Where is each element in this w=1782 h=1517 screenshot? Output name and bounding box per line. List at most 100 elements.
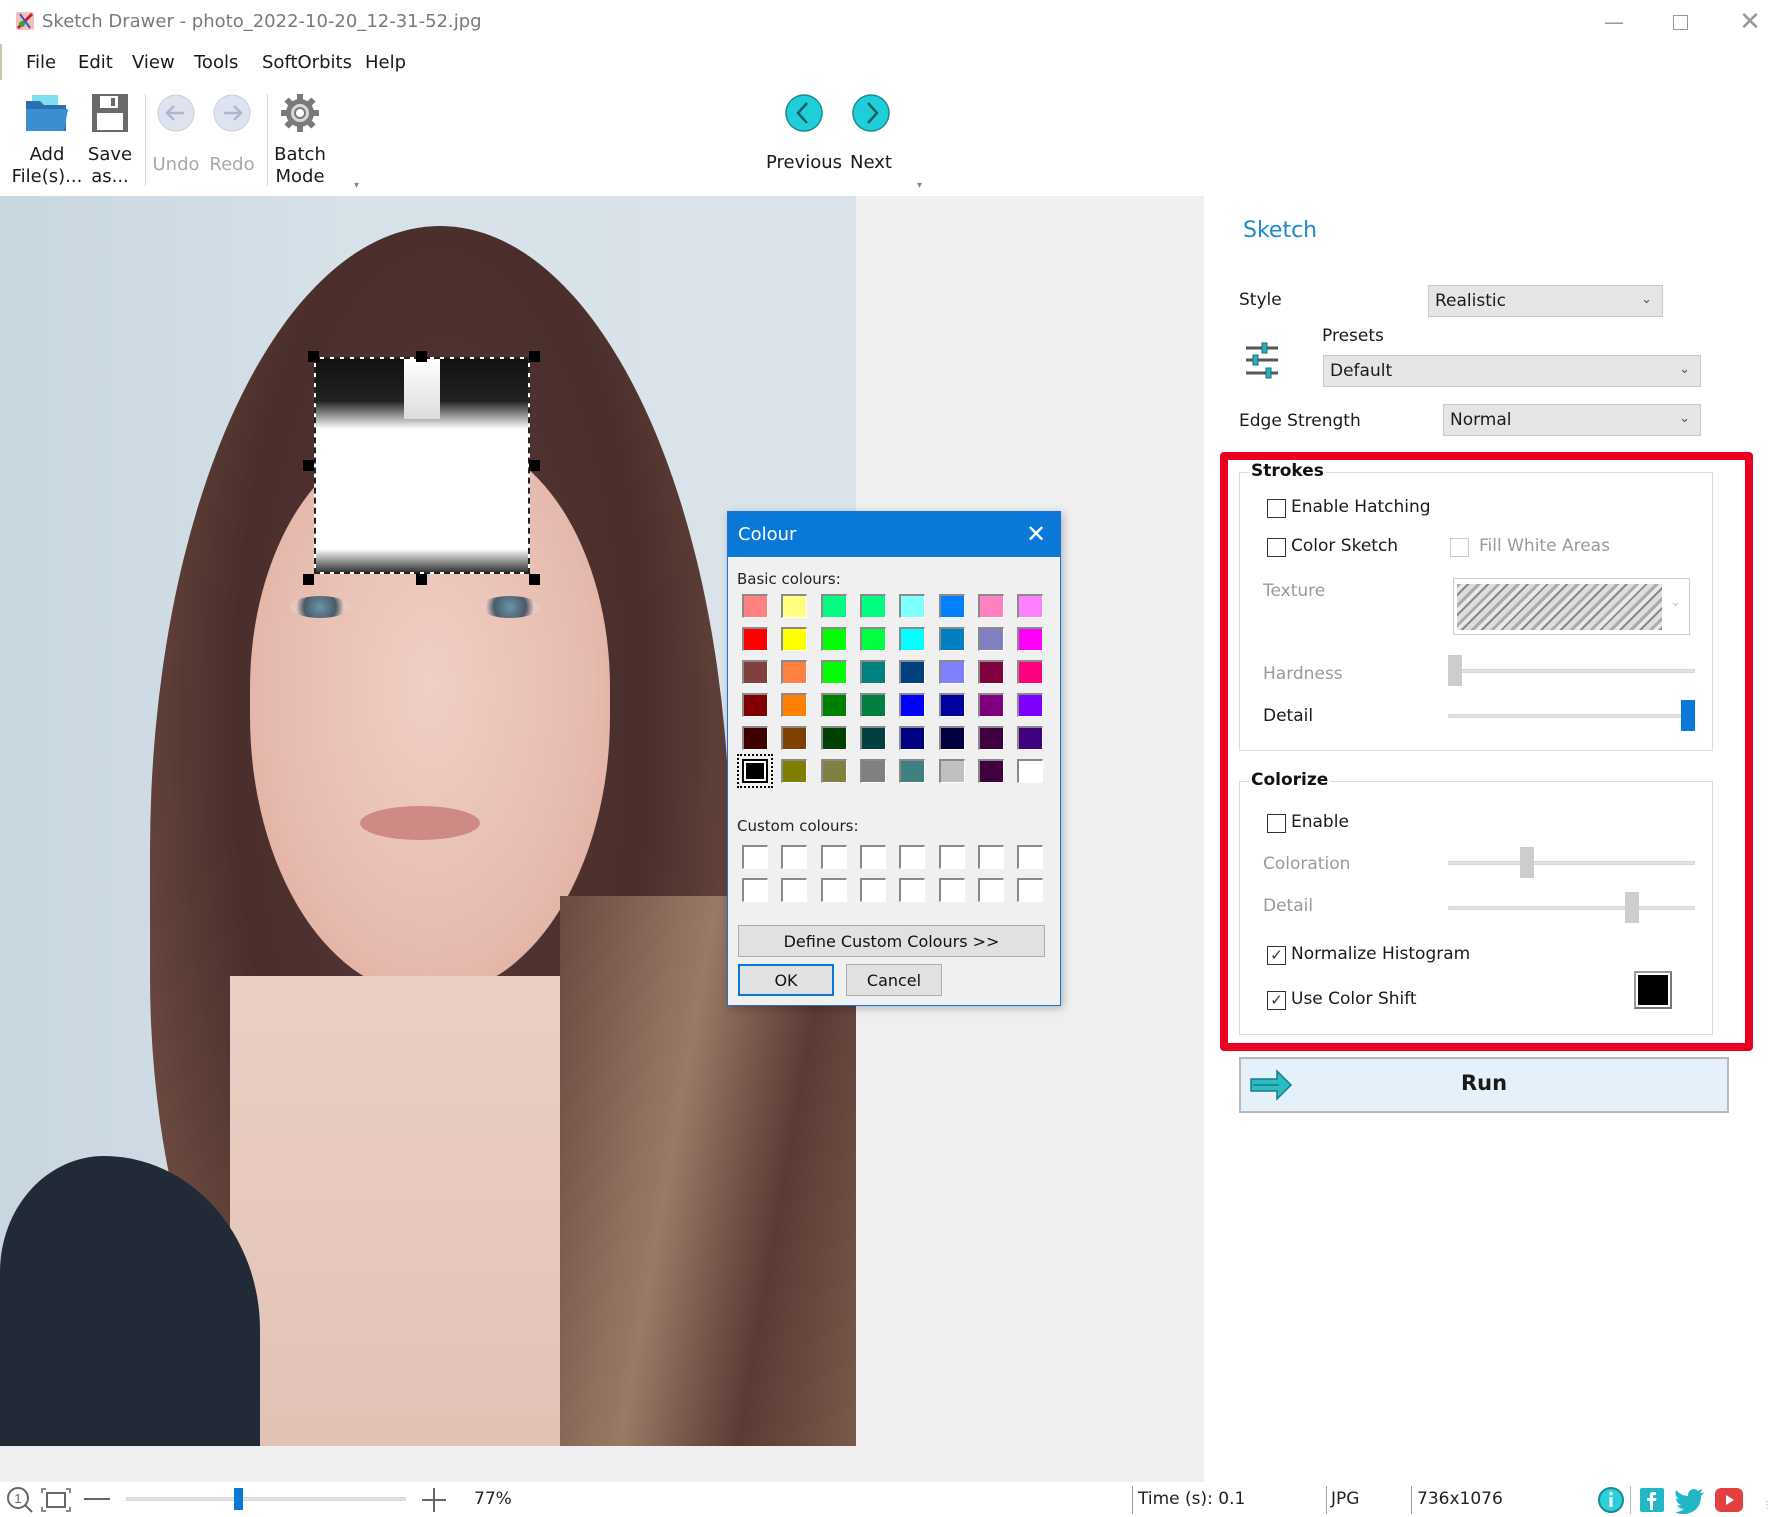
basic-colour-swatch[interactable] <box>820 759 847 783</box>
resize-grip-icon[interactable]: ⋮ <box>1762 1500 1772 1511</box>
basic-colour-swatch[interactable] <box>859 627 886 651</box>
basic-colour-swatch[interactable] <box>977 594 1004 618</box>
basic-colour-swatch[interactable] <box>938 759 965 783</box>
basic-colour-swatch[interactable] <box>1017 759 1044 783</box>
basic-colour-swatch[interactable] <box>742 726 768 750</box>
custom-colour-swatch[interactable] <box>899 878 926 902</box>
basic-colour-swatch[interactable] <box>938 693 965 717</box>
basic-colour-swatch[interactable] <box>899 594 926 618</box>
menu-view[interactable]: View <box>132 52 175 73</box>
cancel-button[interactable]: Cancel <box>846 964 942 996</box>
basic-colour-swatch[interactable] <box>1017 660 1044 684</box>
custom-colour-swatch[interactable] <box>977 845 1004 869</box>
resize-handle-e[interactable] <box>529 460 540 471</box>
facebook-icon[interactable] <box>1640 1488 1664 1512</box>
menu-softorbits[interactable]: SoftOrbits <box>262 52 352 73</box>
custom-colour-swatch[interactable] <box>859 878 886 902</box>
custom-colour-swatch[interactable] <box>742 878 768 902</box>
twitter-icon[interactable] <box>1674 1488 1706 1514</box>
basic-colour-swatch[interactable] <box>1017 726 1044 750</box>
minimize-button[interactable]: — <box>1584 4 1644 40</box>
basic-colour-swatch[interactable] <box>820 660 847 684</box>
basic-colour-swatch[interactable] <box>938 627 965 651</box>
basic-colour-swatch[interactable] <box>781 594 808 618</box>
basic-colour-swatch[interactable] <box>899 759 926 783</box>
custom-colour-swatch[interactable] <box>820 845 847 869</box>
basic-colour-swatch[interactable] <box>820 726 847 750</box>
basic-colour-swatch[interactable] <box>938 594 965 618</box>
close-button[interactable]: ✕ <box>1720 4 1780 40</box>
resize-handle-sw[interactable] <box>303 574 314 585</box>
presets-dropdown[interactable]: Default ⌄ <box>1323 355 1701 387</box>
basic-colour-swatch[interactable] <box>1017 693 1044 717</box>
basic-colour-swatch[interactable] <box>977 726 1004 750</box>
basic-colour-swatch[interactable] <box>781 660 808 684</box>
toolbar-overflow-icon[interactable]: ▾ <box>354 180 359 191</box>
zoom-in-icon[interactable] <box>420 1486 448 1514</box>
resize-handle-w[interactable] <box>303 460 314 471</box>
basic-colour-swatch[interactable] <box>742 693 768 717</box>
menu-file[interactable]: File <box>26 52 56 73</box>
basic-colour-swatch[interactable] <box>859 594 886 618</box>
basic-colour-swatch[interactable] <box>820 627 847 651</box>
resize-handle-s[interactable] <box>416 574 427 585</box>
fit-to-window-icon[interactable] <box>40 1487 72 1513</box>
basic-colour-swatch[interactable] <box>1017 627 1044 651</box>
custom-colour-swatch[interactable] <box>938 845 965 869</box>
previous-button[interactable]: Previous <box>766 90 842 174</box>
basic-colour-swatch[interactable] <box>742 627 768 651</box>
basic-colour-swatch[interactable] <box>859 693 886 717</box>
basic-colour-swatch[interactable] <box>899 693 926 717</box>
basic-colour-swatch[interactable] <box>781 726 808 750</box>
edge-strength-dropdown[interactable]: Normal ⌄ <box>1443 404 1701 436</box>
basic-colour-swatch[interactable] <box>737 754 773 788</box>
undo-button[interactable]: Undo <box>152 90 200 176</box>
basic-colour-swatch[interactable] <box>899 660 926 684</box>
batch-mode-button[interactable]: Batch Mode <box>272 90 328 188</box>
resize-handle-n[interactable] <box>416 351 427 362</box>
custom-colour-swatch[interactable] <box>781 845 808 869</box>
add-files-button[interactable]: Add File(s)... <box>12 90 82 188</box>
custom-colour-swatch[interactable] <box>977 878 1004 902</box>
custom-colour-swatch[interactable] <box>938 878 965 902</box>
basic-colour-swatch[interactable] <box>1017 594 1044 618</box>
ok-button[interactable]: OK <box>738 964 834 996</box>
resize-handle-nw[interactable] <box>308 351 319 362</box>
basic-colour-swatch[interactable] <box>742 594 768 618</box>
custom-colour-swatch[interactable] <box>899 845 926 869</box>
basic-colour-swatch[interactable] <box>781 759 808 783</box>
basic-colour-swatch[interactable] <box>859 660 886 684</box>
basic-colour-swatch[interactable] <box>781 627 808 651</box>
custom-colour-swatch[interactable] <box>742 845 768 869</box>
basic-colour-swatch[interactable] <box>859 759 886 783</box>
basic-colour-swatch[interactable] <box>899 627 926 651</box>
define-custom-colours-button[interactable]: Define Custom Colours >> <box>738 925 1045 957</box>
basic-colour-swatch[interactable] <box>977 693 1004 717</box>
zoom-out-icon[interactable] <box>84 1498 110 1500</box>
basic-colour-swatch[interactable] <box>899 726 926 750</box>
maximize-button[interactable] <box>1650 4 1710 40</box>
basic-colour-swatch[interactable] <box>820 693 847 717</box>
basic-colour-swatch[interactable] <box>938 726 965 750</box>
basic-colour-swatch[interactable] <box>977 759 1004 783</box>
run-button[interactable]: Run <box>1239 1057 1729 1113</box>
basic-colour-swatch[interactable] <box>977 627 1004 651</box>
zoom-slider-track[interactable] <box>126 1497 406 1501</box>
next-button[interactable]: Next <box>848 90 894 174</box>
youtube-icon[interactable] <box>1714 1487 1744 1513</box>
custom-colour-swatch[interactable] <box>820 878 847 902</box>
menu-tools[interactable]: Tools <box>194 52 238 73</box>
menu-edit[interactable]: Edit <box>78 52 113 73</box>
info-icon[interactable] <box>1597 1486 1625 1514</box>
basic-colour-swatch[interactable] <box>742 660 768 684</box>
basic-colour-swatch[interactable] <box>781 693 808 717</box>
custom-colour-swatch[interactable] <box>1017 878 1044 902</box>
basic-colour-swatch[interactable] <box>977 660 1004 684</box>
style-dropdown[interactable]: Realistic ⌄ <box>1428 285 1663 317</box>
menu-help[interactable]: Help <box>365 52 406 73</box>
dialog-close-button[interactable]: ✕ <box>1022 520 1050 548</box>
basic-colour-swatch[interactable] <box>859 726 886 750</box>
selection-rectangle[interactable] <box>314 357 530 574</box>
resize-handle-ne[interactable] <box>529 351 540 362</box>
redo-button[interactable]: Redo <box>208 90 256 176</box>
